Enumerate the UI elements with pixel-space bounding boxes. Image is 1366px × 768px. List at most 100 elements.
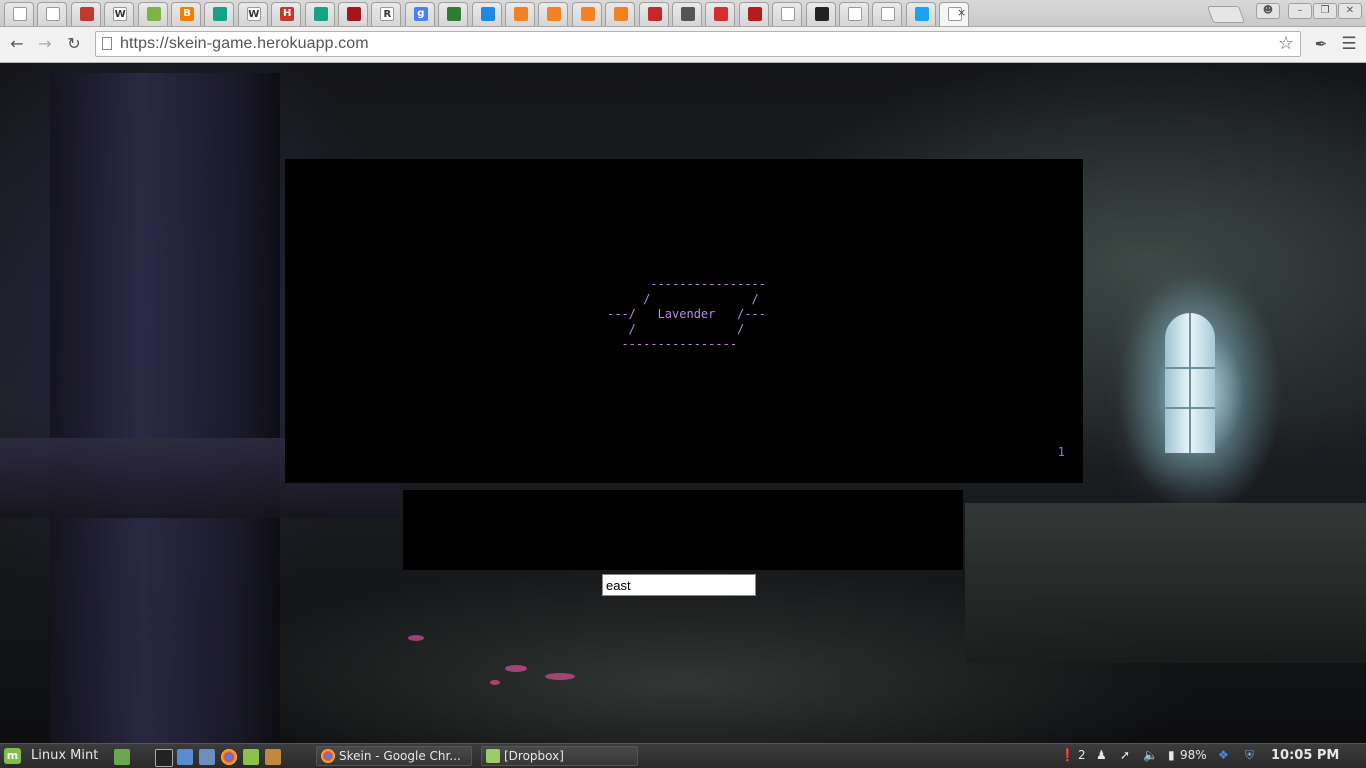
- start-menu-label: Linux Mint: [31, 748, 99, 763]
- stackexchange-icon: [547, 7, 562, 21]
- bookmark-star-icon[interactable]: ☆: [1278, 33, 1294, 54]
- update-shield-icon[interactable]: ⛨: [1245, 748, 1254, 763]
- audio-icon: [681, 7, 695, 21]
- close-tab-icon[interactable]: ×: [957, 6, 966, 19]
- url-text[interactable]: https://skein-game.herokuapp.com: [120, 35, 369, 53]
- pixel-character-icon: [79, 7, 94, 21]
- tool-icon: [480, 7, 495, 21]
- reload-button[interactable]: ↻: [63, 33, 85, 55]
- files-icon[interactable]: [177, 749, 193, 765]
- browser-tab[interactable]: g: [404, 2, 435, 26]
- browser-tab[interactable]: B: [171, 2, 201, 26]
- browser-tab[interactable]: [204, 2, 235, 26]
- stackexchange-icon: [614, 7, 629, 21]
- browser-tab[interactable]: W: [237, 2, 268, 26]
- browser-tab[interactable]: [338, 2, 368, 26]
- close-window-button[interactable]: ✕: [1338, 3, 1362, 19]
- wikipedia-icon: W: [246, 7, 261, 21]
- browser-tab[interactable]: [571, 2, 602, 26]
- browser-tab[interactable]: [772, 2, 803, 26]
- folder-icon: [486, 749, 500, 763]
- leaf-icon: [146, 7, 161, 21]
- forward-button[interactable]: →: [34, 33, 56, 55]
- show-desktop-icon[interactable]: [114, 749, 130, 765]
- browser-tab[interactable]: [805, 2, 836, 26]
- battery-icon[interactable]: ▮: [1168, 748, 1175, 762]
- browser-tab[interactable]: [872, 2, 903, 26]
- hacker-icon: H: [280, 7, 295, 21]
- user-icon[interactable]: ♟: [1096, 748, 1107, 762]
- stackoverflow-icon: [514, 7, 528, 21]
- room-number: 1: [1057, 445, 1065, 459]
- maximize-button[interactable]: ❐: [1313, 3, 1337, 19]
- browser-tab[interactable]: ×: [939, 2, 970, 26]
- alert-icon[interactable]: ❗: [1060, 748, 1075, 762]
- page-icon: [848, 7, 862, 21]
- browser-tab[interactable]: [37, 2, 68, 26]
- address-bar[interactable]: https://skein-game.herokuapp.com ☆: [95, 31, 1301, 57]
- browser-tab[interactable]: [471, 2, 502, 26]
- diamond-icon: [447, 7, 462, 21]
- user-profile-icon[interactable]: ☻: [1256, 3, 1280, 19]
- petal: [505, 665, 527, 672]
- browser-tab[interactable]: [905, 2, 936, 26]
- browser-tab[interactable]: R: [371, 2, 402, 26]
- back-button[interactable]: ←: [6, 33, 28, 55]
- minimize-button[interactable]: –: [1288, 3, 1312, 19]
- browser-tab[interactable]: [70, 2, 101, 26]
- network-icon[interactable]: [199, 749, 215, 765]
- message-panel: [403, 490, 963, 570]
- menu-icon[interactable]: ☰: [1338, 33, 1360, 55]
- chat-icon: [814, 7, 829, 21]
- petal: [490, 680, 500, 685]
- task-chrome[interactable]: Skein - Google Chr...: [316, 746, 472, 766]
- page-icon: [781, 7, 796, 21]
- browser-tab[interactable]: [605, 2, 636, 26]
- page-icon: [881, 7, 896, 21]
- browser-tab[interactable]: [538, 2, 569, 26]
- room-banner: ---------------- / / ---/ Lavender /--- …: [607, 277, 766, 351]
- browser-tab[interactable]: [137, 2, 168, 26]
- new-tab-button[interactable]: [1206, 6, 1246, 23]
- tab-strip: W B W H Rg × ☻ – ❐ ✕: [0, 0, 1366, 27]
- browser-tab[interactable]: [505, 2, 535, 26]
- petal: [408, 635, 424, 641]
- dropbox-icon[interactable]: ❖: [1218, 748, 1229, 762]
- browser-tab[interactable]: [638, 2, 669, 26]
- browser-tab[interactable]: [839, 2, 869, 26]
- clock[interactable]: 10:05 PM: [1271, 748, 1339, 763]
- folder-launcher-icon[interactable]: [243, 749, 259, 765]
- browser-tab[interactable]: [304, 2, 335, 26]
- task-dropbox[interactable]: [Dropbox]: [481, 746, 638, 766]
- browser-tab[interactable]: [672, 2, 702, 26]
- chrome-icon: [321, 749, 335, 763]
- browser-tab[interactable]: [4, 2, 34, 26]
- command-input[interactable]: [602, 574, 756, 596]
- extension-icon: [714, 7, 729, 21]
- background-wall: [965, 503, 1366, 663]
- petal: [545, 673, 575, 680]
- browser-tab[interactable]: [738, 2, 769, 26]
- linux-mint-icon: m: [4, 748, 21, 764]
- browser-toolbar: ← → ↻ https://skein-game.herokuapp.com ☆…: [0, 27, 1366, 63]
- stackexchange-icon: [580, 7, 595, 21]
- task-label: Skein - Google Chr...: [339, 749, 461, 763]
- task-label: [Dropbox]: [504, 749, 564, 763]
- chrome-launcher-icon[interactable]: [221, 749, 237, 765]
- browser-tab[interactable]: W: [104, 2, 135, 26]
- browser-tab[interactable]: H: [271, 2, 302, 26]
- page-icon: [46, 7, 61, 21]
- terminal-icon[interactable]: [155, 749, 173, 767]
- sublime-icon[interactable]: [265, 749, 281, 765]
- background-pillar: [50, 73, 280, 743]
- wikipedia-icon: W: [113, 7, 128, 21]
- shield-icon: [347, 7, 361, 21]
- notification-count[interactable]: 2: [1078, 748, 1086, 762]
- twitter-icon: [914, 7, 929, 21]
- game-screen: ---------------- / / ---/ Lavender /--- …: [285, 159, 1083, 483]
- volume-icon[interactable]: 🔈: [1143, 748, 1158, 762]
- extension-tool-icon[interactable]: ✒: [1310, 33, 1332, 55]
- browser-tab[interactable]: [438, 2, 469, 26]
- browser-tab[interactable]: [705, 2, 736, 26]
- network-tray-icon[interactable]: ➚: [1120, 748, 1130, 762]
